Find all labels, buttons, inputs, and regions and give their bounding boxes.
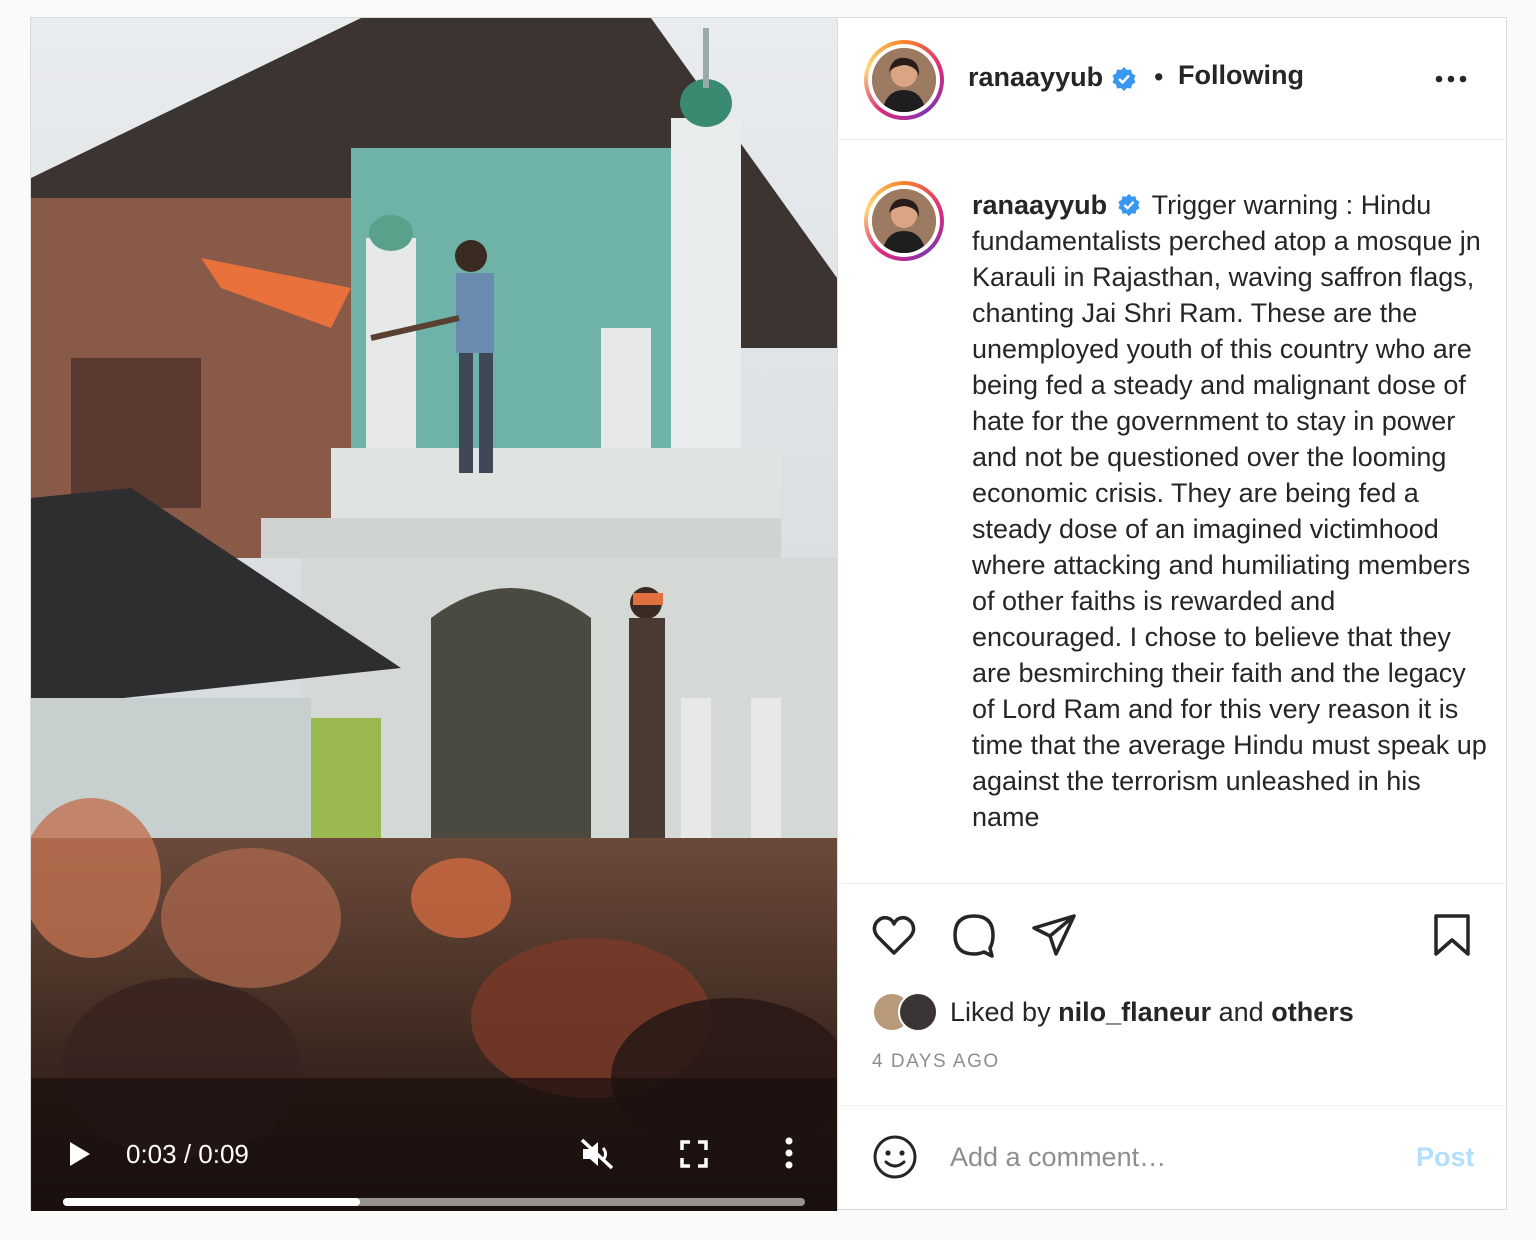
- caption-section: ranaayyub Trigger warning : Hindu fundam…: [838, 141, 1508, 883]
- caption-username[interactable]: ranaayyub: [972, 190, 1107, 220]
- heart-icon[interactable]: [870, 912, 918, 958]
- liked-by-user-link[interactable]: nilo_flaneur: [1058, 997, 1211, 1027]
- comment-bar: Post: [838, 1105, 1508, 1211]
- liked-by-text: Liked by nilo_flaneur and others: [950, 996, 1354, 1028]
- vertical-dots-icon[interactable]: [779, 1135, 799, 1171]
- action-bar: Liked by nilo_flaneur and others 4 DAYS …: [838, 883, 1508, 1105]
- fullscreen-icon[interactable]: [679, 1139, 709, 1169]
- video-player[interactable]: 0:03 / 0:09: [31, 18, 837, 1211]
- play-icon[interactable]: [67, 1139, 93, 1169]
- more-options-icon[interactable]: [1434, 74, 1468, 84]
- liked-by-connector: and: [1218, 997, 1264, 1027]
- caption-text-block: ranaayyub Trigger warning : Hindu fundam…: [972, 187, 1492, 835]
- emoji-icon[interactable]: [872, 1134, 918, 1180]
- caption-avatar[interactable]: [864, 181, 944, 261]
- liker-avatar: [898, 992, 938, 1032]
- post-card: 0:03 / 0:09 ranaayyub • Following ranaay…: [30, 17, 1508, 1211]
- profile-photo: [872, 189, 936, 253]
- verified-badge-icon: [1117, 193, 1140, 216]
- liked-by-prefix: Liked by: [950, 997, 1051, 1027]
- caption-body: Trigger warning : Hindu fundamentalists …: [972, 190, 1487, 832]
- video-frame: [31, 18, 837, 1211]
- video-controls: 0:03 / 0:09: [31, 1071, 837, 1211]
- muted-speaker-icon[interactable]: [579, 1137, 615, 1171]
- post-timestamp[interactable]: 4 DAYS AGO: [872, 1051, 1000, 1073]
- post-button[interactable]: Post: [1416, 1142, 1475, 1173]
- header-username[interactable]: ranaayyub: [968, 60, 1137, 94]
- liked-by-others-link[interactable]: others: [1271, 997, 1354, 1027]
- post-side-panel: ranaayyub • Following ranaayyub Trigger …: [837, 18, 1508, 1211]
- bookmark-icon[interactable]: [1432, 912, 1472, 958]
- header-username-text: ranaayyub: [968, 62, 1104, 92]
- comment-input[interactable]: [950, 1134, 1390, 1180]
- verified-badge-icon: [1112, 66, 1136, 91]
- video-progress-bar[interactable]: [63, 1198, 805, 1206]
- comment-icon[interactable]: [950, 912, 998, 958]
- post-header: ranaayyub • Following: [838, 18, 1508, 140]
- video-progress-fill: [63, 1198, 360, 1206]
- share-icon[interactable]: [1030, 912, 1078, 958]
- following-button[interactable]: Following: [1178, 58, 1304, 92]
- separator-dot: •: [1154, 62, 1164, 92]
- video-time: 0:03 / 0:09: [126, 1139, 249, 1169]
- avatar[interactable]: [864, 40, 944, 120]
- profile-photo: [872, 48, 936, 112]
